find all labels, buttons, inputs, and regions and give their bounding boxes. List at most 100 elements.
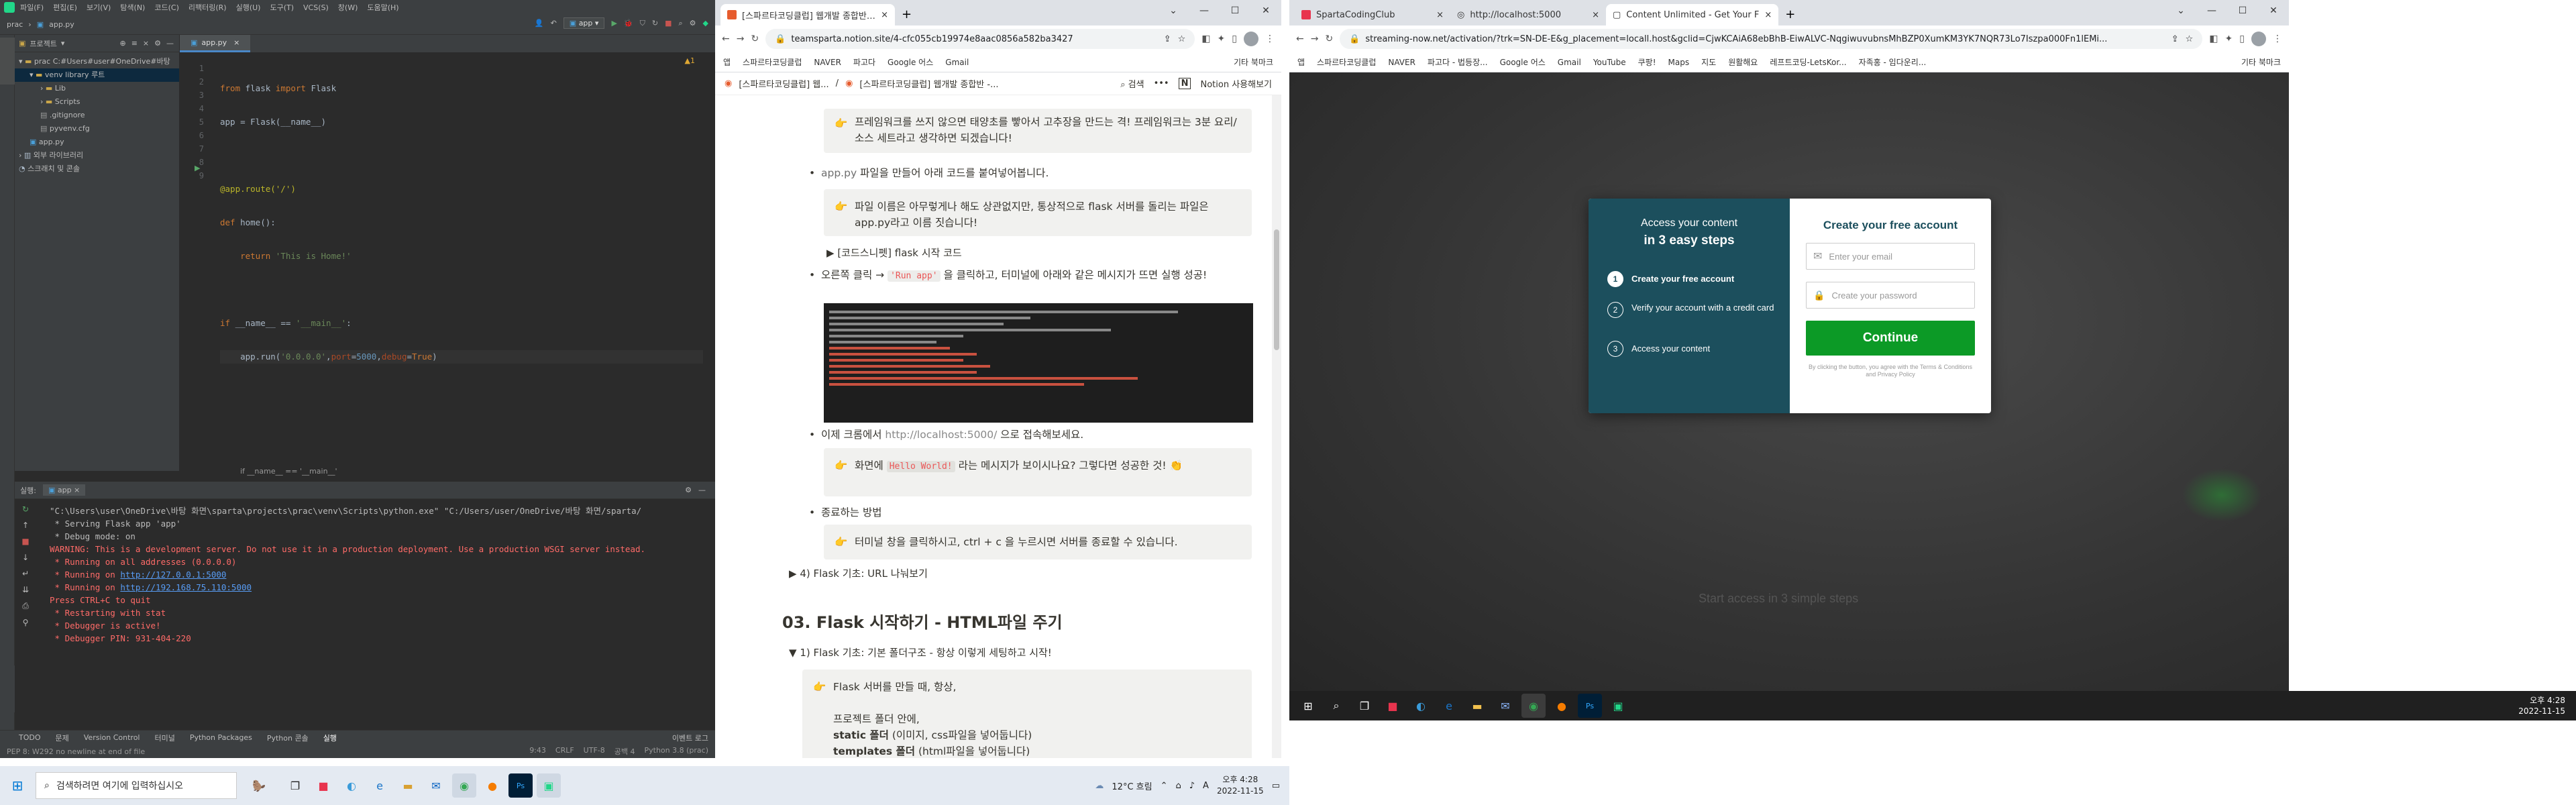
bookmark-other[interactable]: 기타 북마크 (1234, 56, 1273, 68)
network-icon[interactable]: ⌂ (1175, 781, 1181, 791)
bookmark-other[interactable]: 기타 북마크 (2241, 56, 2281, 68)
tool-python-console[interactable]: Python 콘솔 (267, 733, 309, 743)
notion-search[interactable]: ⌕ 검색 (1120, 77, 1144, 90)
chrome-icon[interactable]: ◉ (452, 773, 476, 798)
password-field[interactable]: 🔒 Create your password (1806, 282, 1975, 309)
coverage-icon[interactable]: ⛉ (640, 19, 645, 28)
close-icon[interactable]: × (143, 39, 149, 48)
more-dots-icon[interactable]: ••• (1154, 78, 1169, 89)
edge-legacy-icon[interactable]: e (1437, 694, 1461, 718)
chevron-down-icon[interactable]: ⌄ (1158, 0, 1189, 21)
profile-icon[interactable] (1244, 32, 1258, 46)
tool-event-log[interactable]: 이벤트 로그 (672, 733, 715, 743)
tree-item[interactable]: ▾ ▬ venv library 루트 (15, 68, 179, 82)
menu-refactor[interactable]: 리팩터링(R) (189, 2, 227, 13)
menu-dots-icon[interactable]: ⋮ (2273, 34, 2282, 44)
tool-terminal[interactable]: 터미널 (154, 733, 174, 743)
menu-navigate[interactable]: 탐색(N) (120, 2, 145, 13)
task-view-icon[interactable]: ❐ (1352, 694, 1377, 718)
menu-view[interactable]: 보기(V) (87, 2, 111, 13)
run-config-select[interactable]: ▣ app ▾ (563, 17, 605, 29)
tree-item[interactable]: ▤ .gitignore (15, 109, 179, 122)
weather-icon[interactable]: ☁ (1095, 781, 1104, 791)
bookmark-item[interactable]: 파고다 - 법등장... (1428, 56, 1488, 68)
toggle-arrow-icon[interactable]: ▶ (789, 568, 797, 580)
run-tab[interactable]: ▣ app × (42, 484, 86, 496)
toggle-folder-structure[interactable]: ▼ 1) Flask 기초: 기본 폴더구조 - 항상 이렇게 세팅하고 시작! (789, 645, 1052, 659)
windows-start-icon[interactable]: ⊞ (1296, 694, 1320, 718)
settings-icon[interactable]: ⚙ (690, 19, 696, 28)
console-link[interactable]: http://192.168.75.110:5000 (120, 582, 252, 592)
chevron-right-icon[interactable]: › (40, 97, 46, 106)
bookmark-naver[interactable]: NAVER (814, 58, 841, 67)
menu-file[interactable]: 파일(F) (20, 2, 44, 13)
beaver-widget-icon[interactable]: 🦫 (239, 773, 279, 798)
tool-problems[interactable]: 문제 (56, 733, 69, 743)
gear-icon[interactable]: ⚙ (154, 39, 161, 48)
stop-icon[interactable]: ■ (665, 19, 672, 28)
bookmark-sparta[interactable]: 스파르타코딩클럽 (743, 56, 802, 68)
bookmark-item[interactable]: 앱 (1297, 56, 1305, 68)
edge-icon[interactable]: ◐ (1409, 694, 1433, 718)
code-area[interactable]: from flask import Flask app = Flask(__na… (220, 62, 703, 384)
run-gutter-icon[interactable]: ▶ (195, 164, 200, 172)
forward-icon[interactable]: → (1311, 34, 1319, 44)
extension-icon[interactable]: ◧ (2209, 34, 2218, 44)
star-icon[interactable]: ☆ (2186, 34, 2194, 44)
localhost-link[interactable]: http://localhost:5000/ (885, 429, 997, 441)
wrap-icon[interactable]: ↵ (22, 569, 29, 578)
status-line-sep[interactable]: CRLF (555, 746, 574, 757)
close-icon[interactable]: × (1764, 10, 1772, 20)
breadcrumb-project[interactable]: prac (7, 20, 23, 29)
toggle-url-routing[interactable]: ▶ 4) Flask 기초: URL 나눠보기 (789, 566, 928, 580)
tree-item[interactable]: ◔ 스크래치 및 콘솔 (15, 162, 179, 176)
edge-icon[interactable]: ◐ (339, 773, 364, 798)
rerun-icon[interactable]: ↻ (22, 504, 29, 514)
tree-item[interactable]: › ▬ Scripts (15, 95, 179, 109)
toggle-arrow-icon[interactable]: ▶ (826, 247, 835, 259)
mail-icon[interactable]: ✉ (1493, 694, 1517, 718)
tree-item[interactable]: ▤ pyvenv.cfg (15, 122, 179, 136)
firefox-icon[interactable]: ● (480, 773, 504, 798)
pin-icon[interactable]: ⚲ (23, 618, 29, 627)
new-tab-icon[interactable]: + (902, 7, 912, 21)
tool-run[interactable]: 실행 (323, 733, 337, 743)
search-icon[interactable]: ⌕ (1324, 694, 1348, 718)
rerun-icon[interactable]: ↻ (652, 19, 658, 28)
breadcrumb-file[interactable]: app.py (49, 20, 74, 29)
share-icon[interactable]: ⇪ (1164, 34, 1171, 44)
tray-clock[interactable]: 오후 4:28 2022-11-15 (2518, 695, 2576, 716)
tree-item[interactable]: ▾ ▬ prac C:#Users#user#OneDrive#바탕 (15, 55, 179, 68)
menu-tools[interactable]: 도구(T) (270, 2, 294, 13)
status-encoding[interactable]: UTF-8 (584, 746, 605, 757)
scrollbar-thumb[interactable] (1274, 229, 1279, 350)
toggle-arrow-icon[interactable]: ▼ (789, 647, 797, 659)
chevron-down-icon[interactable]: ▾ (19, 57, 25, 66)
tree-item[interactable]: ▣ app.py (15, 136, 179, 149)
reload-icon[interactable]: ↻ (751, 34, 759, 44)
extension-icon[interactable]: ◧ (1201, 34, 1210, 44)
console-link[interactable]: http://127.0.0.1:5000 (120, 570, 226, 580)
task-view-icon[interactable]: ❐ (283, 773, 307, 798)
bookmark-item[interactable]: Maps (1668, 58, 1690, 67)
taskbar-search-box[interactable]: ⌕ 검색하려면 여기에 입력하십시오 (36, 772, 237, 799)
notion-breadcrumb-1[interactable]: [스파르타코딩클럽] 웹... (739, 77, 828, 90)
close-icon[interactable]: ✕ (1250, 0, 1281, 21)
print-icon[interactable]: ⎙ (22, 601, 29, 611)
minimize-icon[interactable]: — (698, 486, 706, 494)
browser-tab-localhost[interactable]: ◎ http://localhost:5000 × (1450, 4, 1606, 25)
bookmark-item[interactable]: 쿠팡! (1638, 56, 1656, 68)
try-notion-link[interactable]: Notion 사용해보기 (1200, 77, 1272, 90)
sidepanel-icon[interactable]: ▯ (2239, 34, 2245, 44)
forward-icon[interactable]: → (737, 34, 745, 44)
weather-text[interactable]: 12°C 흐림 (1112, 780, 1152, 792)
photoshop-icon[interactable]: Ps (1578, 694, 1602, 718)
pycharm-icon[interactable]: ▣ (1606, 694, 1630, 718)
windows-start-icon[interactable]: ⊞ (5, 773, 30, 798)
chevron-down-icon[interactable]: ▾ (30, 70, 36, 79)
tree-item[interactable]: › ▬ Lib (15, 82, 179, 95)
firefox-icon[interactable]: ● (1550, 694, 1574, 718)
close-icon[interactable]: × (1592, 10, 1599, 20)
chrome-icon[interactable]: ◉ (1521, 694, 1546, 718)
down-icon[interactable]: ↓ (22, 553, 29, 562)
